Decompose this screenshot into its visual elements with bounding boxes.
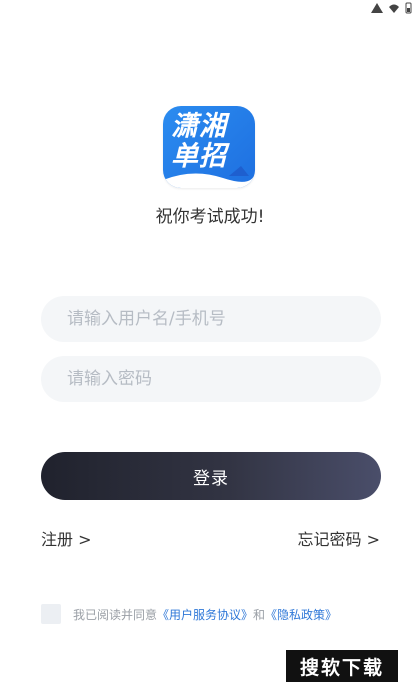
service-agreement-link[interactable]: 《用户服务协议》 <box>157 608 253 622</box>
signal-icon <box>371 3 383 13</box>
agreement-prefix: 我已阅读并同意 <box>73 607 158 622</box>
slogan-text: 祝你考试成功! <box>155 207 265 227</box>
privacy-policy-link[interactable]: 《隐私政策》 <box>265 608 337 622</box>
agreement-conjunction: 和 <box>253 607 266 622</box>
status-bar <box>371 0 412 16</box>
username-input[interactable] <box>41 296 381 342</box>
app-logo: 潇湘 单招 <box>163 106 255 188</box>
agreement-checkbox[interactable] <box>41 604 61 624</box>
login-button[interactable]: 登录 <box>41 452 381 500</box>
logo-wave-icon <box>163 166 255 188</box>
logo-text-line1: 潇湘 <box>171 111 227 142</box>
agreement-row: 我已阅读并同意《用户服务协议》和《隐私政策》 <box>41 604 337 624</box>
register-link[interactable]: 注册 > <box>41 526 92 550</box>
battery-icon <box>405 2 412 14</box>
password-input[interactable] <box>41 356 381 402</box>
wifi-icon <box>389 3 399 13</box>
agreement-text: 我已阅读并同意《用户服务协议》和《隐私政策》 <box>73 606 337 623</box>
forgot-password-link[interactable]: 忘记密码 > <box>298 526 381 550</box>
watermark-logo: 搜软下载 <box>286 650 398 682</box>
